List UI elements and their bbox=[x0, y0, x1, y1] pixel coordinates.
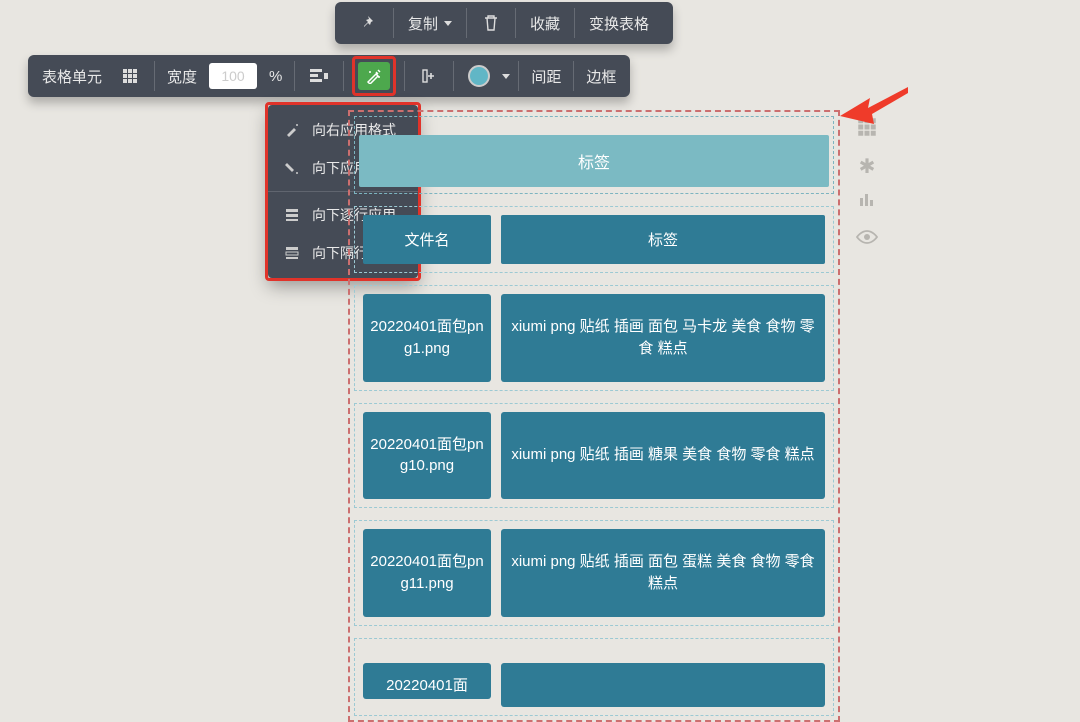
tags-text: xiumi png 贴纸 插画 面包 蛋糕 美食 食物 零食 糕点 bbox=[511, 551, 815, 595]
toolbar-cell: 表格单元 宽度 % 间距 边框 bbox=[28, 55, 630, 97]
align-button[interactable] bbox=[303, 62, 335, 90]
side-chart-button[interactable] bbox=[855, 190, 879, 214]
spacing-button[interactable]: 间距 bbox=[527, 66, 565, 87]
file-cell[interactable]: 20220401面包png10.png bbox=[363, 412, 491, 500]
wand-down-icon bbox=[282, 158, 302, 178]
align-icon bbox=[309, 66, 329, 86]
file-cell[interactable]: 20220401面 bbox=[363, 663, 491, 699]
side-gear-button[interactable]: ✱ bbox=[855, 154, 879, 178]
favorite-button[interactable]: 收藏 bbox=[516, 7, 574, 40]
side-toolbar: ✱ bbox=[855, 118, 879, 250]
annotation-arrow bbox=[840, 86, 910, 137]
file-name: 20220401面 bbox=[386, 675, 468, 697]
grid-button[interactable] bbox=[114, 62, 146, 90]
file-cell[interactable]: 20220401面包png11.png bbox=[363, 529, 491, 617]
separator bbox=[343, 61, 344, 91]
alt-rows-icon bbox=[282, 243, 302, 263]
gear-icon: ✱ bbox=[859, 154, 876, 179]
col2-header-label: 标签 bbox=[648, 232, 678, 249]
delete-button[interactable] bbox=[467, 7, 515, 39]
percent-label: % bbox=[265, 68, 286, 85]
table-main-header[interactable]: 标签 bbox=[359, 135, 829, 187]
table-selection: 标签 文件名 标签 20220401面包png1.png xiumi png 贴… bbox=[348, 110, 840, 722]
insert-column-button[interactable] bbox=[413, 62, 445, 90]
separator bbox=[404, 61, 405, 91]
favorite-label: 收藏 bbox=[530, 13, 560, 34]
magic-icon bbox=[364, 66, 384, 86]
chart-icon bbox=[858, 190, 876, 214]
tags-cell[interactable]: xiumi png 贴纸 插画 面包 蛋糕 美食 食物 零食 糕点 bbox=[501, 529, 825, 617]
tags-cell[interactable]: xiumi png 贴纸 插画 糖果 美食 食物 零食 糕点 bbox=[501, 412, 825, 500]
separator bbox=[154, 61, 155, 91]
separator bbox=[573, 61, 574, 91]
col1-header-label: 文件名 bbox=[404, 232, 449, 249]
header-row-wrap: 标签 bbox=[354, 116, 834, 194]
separator bbox=[518, 61, 519, 91]
border-button[interactable]: 边框 bbox=[582, 66, 620, 87]
caret-down-icon[interactable] bbox=[502, 74, 510, 79]
tags-text: xiumi png 贴纸 插画 糖果 美食 食物 零食 糕点 bbox=[511, 444, 814, 466]
separator bbox=[294, 61, 295, 91]
trash-icon bbox=[481, 13, 501, 33]
rows-icon bbox=[282, 205, 302, 225]
pin-icon bbox=[359, 13, 379, 33]
column-header-row: 文件名 标签 bbox=[354, 206, 834, 273]
eye-icon bbox=[856, 227, 878, 250]
pin-button[interactable] bbox=[345, 7, 393, 39]
file-cell[interactable]: 20220401面包png1.png bbox=[363, 294, 491, 382]
wand-right-icon bbox=[282, 120, 302, 140]
table-row-partial: 20220401面 bbox=[354, 638, 834, 716]
separator bbox=[453, 61, 454, 91]
table-row: 20220401面包png1.png xiumi png 贴纸 插画 面包 马卡… bbox=[354, 285, 834, 391]
width-input[interactable] bbox=[209, 63, 257, 89]
tags-cell[interactable]: xiumi png 贴纸 插画 面包 马卡龙 美食 食物 零食 糕点 bbox=[501, 294, 825, 382]
copy-button[interactable]: 复制 bbox=[394, 7, 466, 40]
toolbar-main: 复制 收藏 变换表格 bbox=[335, 2, 673, 44]
file-name: 20220401面包png1.png bbox=[369, 316, 485, 360]
file-name: 20220401面包png10.png bbox=[369, 434, 485, 478]
width-label: 宽度 bbox=[163, 66, 201, 87]
color-swatch-icon bbox=[468, 65, 490, 87]
apply-format-button[interactable] bbox=[358, 62, 390, 90]
tags-text: xiumi png 贴纸 插画 面包 马卡龙 美食 食物 零食 糕点 bbox=[511, 316, 815, 360]
caret-down-icon bbox=[444, 21, 452, 26]
apply-format-highlight bbox=[352, 56, 396, 96]
file-name: 20220401面包png11.png bbox=[369, 551, 485, 595]
header-label: 标签 bbox=[578, 155, 610, 172]
col2-header-cell[interactable]: 标签 bbox=[501, 215, 825, 264]
table-row: 20220401面包png11.png xiumi png 贴纸 插画 面包 蛋… bbox=[354, 520, 834, 626]
transform-label: 变换表格 bbox=[589, 13, 649, 34]
copy-label: 复制 bbox=[408, 13, 438, 34]
bg-color-button[interactable] bbox=[462, 62, 496, 90]
grid-icon bbox=[120, 66, 140, 86]
table-row: 20220401面包png10.png xiumi png 贴纸 插画 糖果 美… bbox=[354, 403, 834, 509]
cell-unit-label: 表格单元 bbox=[38, 66, 106, 87]
side-eye-button[interactable] bbox=[855, 226, 879, 250]
tags-cell[interactable] bbox=[501, 663, 825, 707]
transform-table-button[interactable]: 变换表格 bbox=[575, 7, 663, 40]
col1-header-cell[interactable]: 文件名 bbox=[363, 215, 491, 264]
insert-column-icon bbox=[419, 66, 439, 86]
